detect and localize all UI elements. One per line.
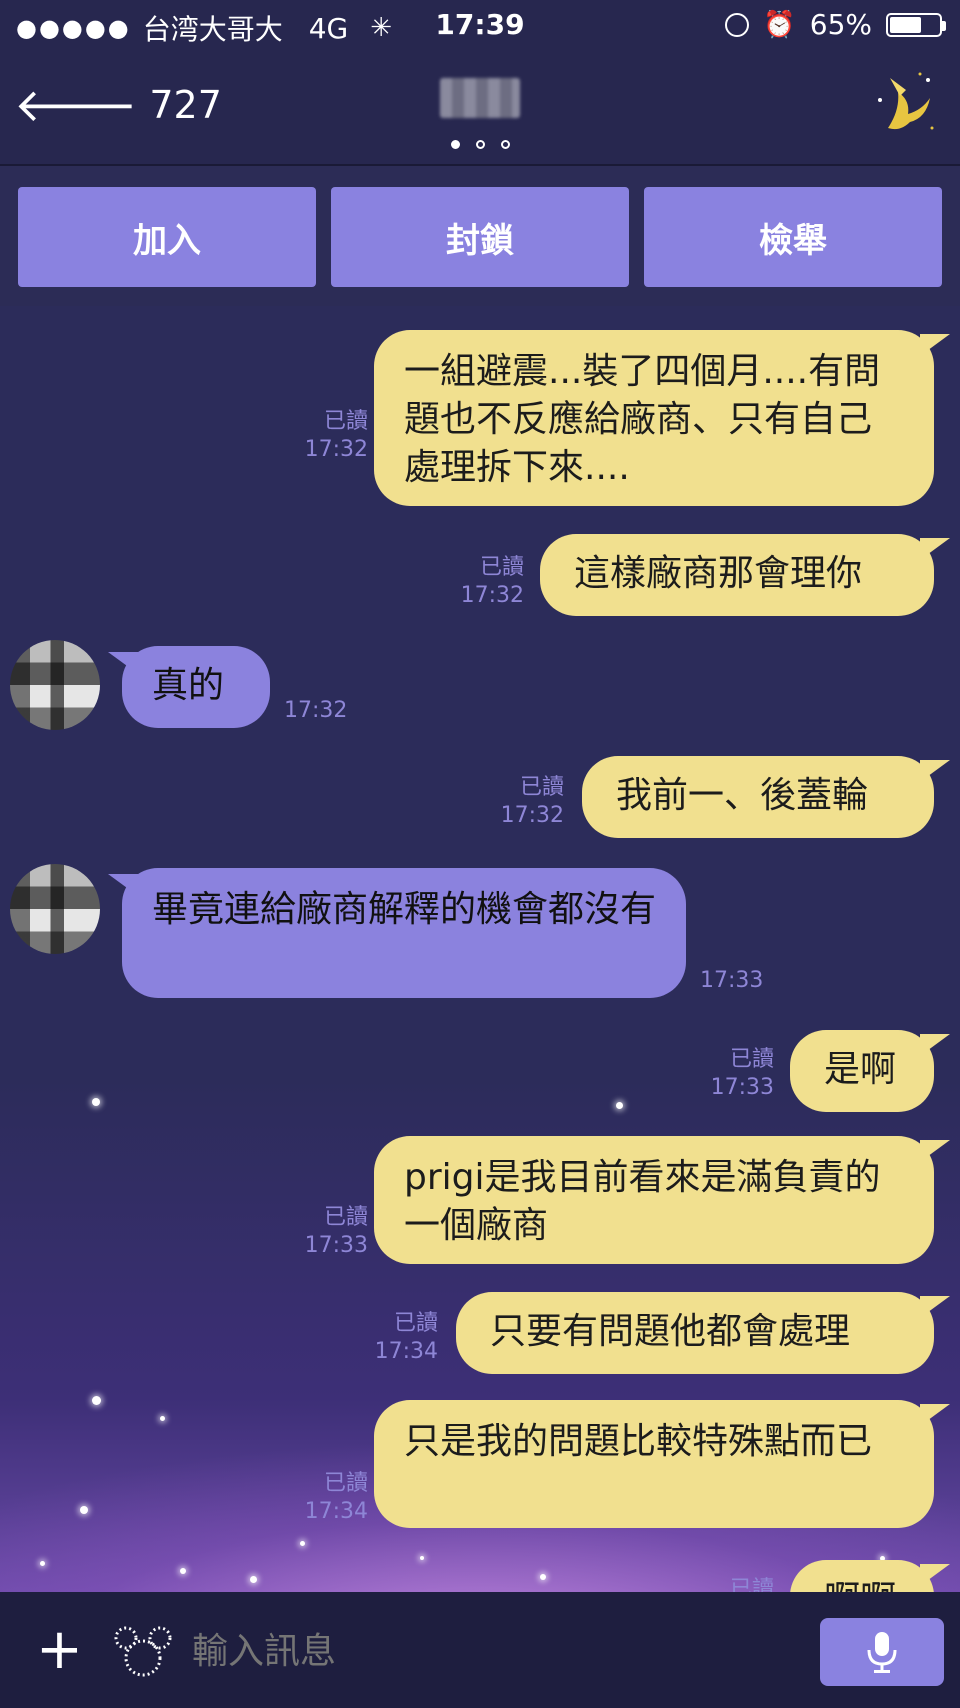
sparkle bbox=[180, 1568, 186, 1574]
message-meta: 已讀 17:34 bbox=[305, 1470, 368, 1526]
unread-count: 727 bbox=[149, 83, 222, 127]
sparkle bbox=[40, 1561, 45, 1566]
message-time: 17:34 bbox=[304, 1499, 368, 1524]
fairy-icon[interactable] bbox=[870, 70, 940, 140]
action-bar: 加入 封鎖 檢舉 bbox=[0, 166, 960, 306]
read-receipt: 已讀 bbox=[729, 1577, 774, 1592]
bubble-tail bbox=[920, 1034, 950, 1056]
read-receipt: 已讀 bbox=[393, 1311, 438, 1336]
back-arrow-icon: 🡐 bbox=[14, 78, 138, 132]
contact-avatar[interactable] bbox=[10, 640, 100, 730]
message-time: 17:32 bbox=[284, 698, 348, 723]
bubble-tail bbox=[920, 1564, 950, 1586]
message-time: 17:34 bbox=[374, 1339, 438, 1364]
outgoing-bubble[interactable]: 啊啊 bbox=[790, 1560, 934, 1592]
block-button[interactable]: 封鎖 bbox=[331, 187, 629, 287]
page-dot bbox=[500, 140, 510, 149]
message-meta: 已讀 17:34 bbox=[375, 1310, 438, 1366]
message-meta: 已讀 17:32 bbox=[305, 408, 368, 464]
sparkle bbox=[540, 1574, 546, 1580]
read-receipt: 已讀 bbox=[479, 555, 524, 580]
message-time: 17:33 bbox=[304, 1233, 368, 1258]
message-time: 17:33 bbox=[700, 968, 764, 993]
sparkle bbox=[250, 1576, 257, 1583]
chat-area[interactable]: 已讀 17:32 一組避震...裝了四個月....有問題也不反應給廠商、只有自己… bbox=[0, 306, 960, 1592]
bubble-tail bbox=[920, 538, 950, 560]
message-time: 17:32 bbox=[500, 803, 564, 828]
status-right: ⏰ 65% bbox=[725, 8, 946, 41]
sparkle bbox=[300, 1541, 305, 1546]
read-receipt: 已讀 bbox=[323, 1471, 368, 1496]
message-meta: 已讀 17:33 bbox=[711, 1046, 774, 1102]
alarm-icon: ⏰ bbox=[763, 9, 796, 40]
message-meta: 已讀 17:32 bbox=[461, 554, 524, 610]
page-dot bbox=[450, 140, 460, 149]
outgoing-bubble[interactable]: 只是我的問題比較特殊點而已 bbox=[374, 1400, 934, 1528]
message-time: 17:33 bbox=[710, 1075, 774, 1100]
message-time: 17:32 bbox=[304, 437, 368, 462]
add-friend-button[interactable]: 加入 bbox=[18, 187, 316, 287]
message-meta: 已讀 17:32 bbox=[501, 774, 564, 830]
outgoing-bubble[interactable]: 只要有問題他都會處理 bbox=[456, 1292, 934, 1374]
read-receipt: 已讀 bbox=[323, 1205, 368, 1230]
voice-button[interactable] bbox=[820, 1618, 944, 1686]
rotation-lock-icon bbox=[725, 12, 750, 37]
sparkle bbox=[92, 1098, 100, 1106]
outgoing-bubble[interactable]: 一組避震...裝了四個月....有問題也不反應給廠商、只有自己處理拆下來.... bbox=[374, 330, 934, 506]
status-bar: ●●●●● 台湾大哥大 4G ✳ 17:39 ⏰ 65% bbox=[0, 0, 960, 52]
battery-fill bbox=[890, 16, 922, 33]
contact-avatar[interactable] bbox=[10, 864, 100, 954]
bubble-tail bbox=[920, 1404, 950, 1426]
message-time: 17:32 bbox=[460, 583, 524, 608]
page-indicator bbox=[0, 134, 960, 153]
sparkle bbox=[80, 1506, 88, 1514]
outgoing-bubble[interactable]: 這樣廠商那會理你 bbox=[540, 534, 934, 616]
mickey-sticker-icon[interactable] bbox=[114, 1626, 172, 1678]
report-button[interactable]: 檢舉 bbox=[644, 187, 942, 287]
read-receipt: 已讀 bbox=[729, 1047, 774, 1072]
battery-percent: 65% bbox=[809, 8, 872, 41]
incoming-bubble[interactable]: 真的 bbox=[122, 646, 270, 728]
bubble-tail bbox=[920, 1296, 950, 1318]
message-input[interactable] bbox=[190, 1622, 754, 1680]
bubble-tail bbox=[920, 334, 950, 356]
chat-header: 🡐 727 bbox=[0, 52, 960, 166]
page-dot bbox=[475, 140, 485, 149]
message-input-bar: + bbox=[0, 1592, 960, 1708]
plus-icon[interactable]: + bbox=[36, 1622, 83, 1678]
battery-icon bbox=[886, 12, 946, 37]
chat-title-obscured[interactable] bbox=[440, 78, 520, 118]
message-meta: 已讀 17:33 bbox=[305, 1204, 368, 1260]
incoming-bubble[interactable]: 畢竟連給廠商解釋的機會都沒有 bbox=[122, 868, 686, 998]
sparkle bbox=[92, 1396, 101, 1405]
back-button[interactable]: 🡐 727 bbox=[14, 82, 222, 128]
read-receipt: 已讀 bbox=[323, 409, 368, 434]
sparkle bbox=[616, 1102, 623, 1109]
microphone-icon bbox=[867, 1632, 897, 1673]
sparkle bbox=[420, 1556, 424, 1560]
outgoing-bubble[interactable]: prigi是我目前看來是滿負責的一個廠商 bbox=[374, 1136, 934, 1264]
outgoing-bubble[interactable]: 是啊 bbox=[790, 1030, 934, 1112]
message-meta: 已讀 bbox=[730, 1576, 774, 1592]
outgoing-bubble[interactable]: 我前一、後蓋輪 bbox=[582, 756, 934, 838]
bubble-tail bbox=[920, 760, 950, 782]
sparkle bbox=[160, 1416, 165, 1421]
bubble-tail bbox=[920, 1140, 950, 1162]
read-receipt: 已讀 bbox=[519, 775, 564, 800]
